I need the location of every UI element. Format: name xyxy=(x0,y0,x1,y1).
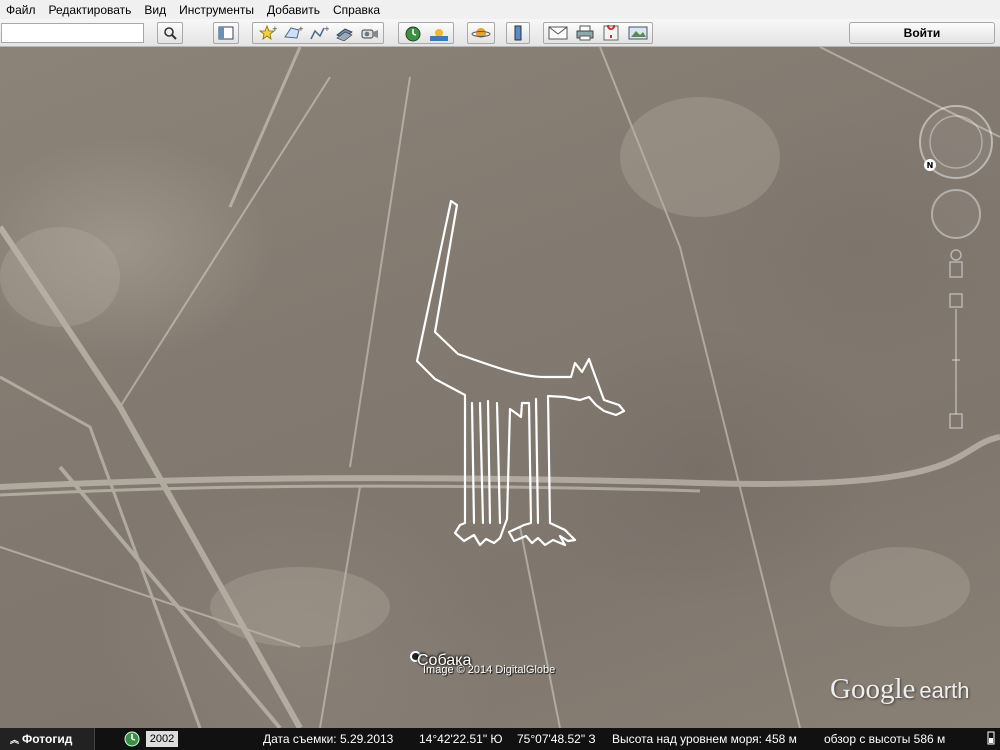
zoom-out-button xyxy=(949,413,963,429)
menu-bar: Файл Редактировать Вид Инструменты Добав… xyxy=(0,0,1000,19)
print-icon[interactable] xyxy=(576,25,594,41)
view-tools-group xyxy=(398,22,454,44)
historical-imagery-icon[interactable] xyxy=(404,25,422,42)
svg-text:+: + xyxy=(272,25,277,33)
tour-guide-label: Фотогид xyxy=(22,732,73,746)
path-icon[interactable]: + xyxy=(309,25,329,41)
menu-file[interactable]: Файл xyxy=(6,3,36,17)
toolbar: + + + Войти xyxy=(0,19,1000,47)
historical-imagery-clock-icon[interactable] xyxy=(124,731,140,747)
search-icon xyxy=(164,27,177,40)
add-tools-group: + + + xyxy=(252,22,384,44)
pan-control[interactable] xyxy=(931,189,981,239)
search-button[interactable] xyxy=(157,22,183,44)
google-earth-logo: Google earth xyxy=(830,673,970,706)
search-input[interactable] xyxy=(1,23,144,43)
planets-icon xyxy=(471,28,491,38)
imagery-year-badge[interactable]: 2002 xyxy=(146,731,178,747)
save-image-icon[interactable] xyxy=(628,25,648,41)
menu-help[interactable]: Справка xyxy=(333,3,380,17)
record-tour-icon[interactable] xyxy=(360,25,380,41)
brand-google: Google xyxy=(830,673,916,705)
brand-earth: earth xyxy=(919,678,970,703)
chevron-up-icon: ︽ xyxy=(10,734,20,745)
menu-edit[interactable]: Редактировать xyxy=(49,3,132,17)
map-view[interactable]: Собака Image © 2014 DigitalGlobe Google e… xyxy=(0,47,1000,728)
north-indicator-icon[interactable]: N xyxy=(924,159,936,171)
share-tools-group xyxy=(543,22,653,44)
satellite-terrain xyxy=(0,47,1000,728)
elevation-readout: Высота над уровнем моря: 458 м xyxy=(612,732,797,746)
svg-text:N: N xyxy=(927,161,934,170)
dog-geoglyph xyxy=(415,199,626,547)
eye-altitude-readout: обзор с высоты 586 м xyxy=(824,732,946,746)
latitude-readout: 14°42'22.51" Ю xyxy=(419,732,503,746)
svg-text:+: + xyxy=(298,25,303,33)
svg-text:+: + xyxy=(324,25,329,33)
navigation-controls: N xyxy=(918,102,998,442)
zoom-slider[interactable] xyxy=(949,293,963,429)
planets-button[interactable] xyxy=(467,22,495,44)
email-icon[interactable] xyxy=(548,26,568,40)
sidebar-icon xyxy=(218,26,234,40)
sunlight-icon[interactable] xyxy=(429,25,449,42)
view-in-maps-icon[interactable] xyxy=(602,25,620,41)
longitude-readout: 75°07'48.52" З xyxy=(517,732,596,746)
ruler-button[interactable] xyxy=(506,22,530,44)
placemark-icon[interactable]: + xyxy=(259,25,277,41)
imagery-credit: Image © 2014 DigitalGlobe xyxy=(423,664,556,676)
imagery-date: Дата съемки: 5.29.2013 xyxy=(263,732,394,746)
login-button[interactable]: Войти xyxy=(849,22,995,44)
polygon-icon[interactable]: + xyxy=(283,25,303,41)
menu-tools[interactable]: Инструменты xyxy=(179,3,254,17)
street-view-pegman-icon[interactable] xyxy=(949,249,963,278)
tour-guide-button[interactable]: ︽ Фотогид xyxy=(0,728,95,750)
sidebar-toggle-button[interactable] xyxy=(213,22,239,44)
status-bar: ︽ Фотогид 2002 Дата съемки: 5.29.2013 14… xyxy=(0,728,1000,750)
zoom-in-button xyxy=(949,293,963,308)
image-overlay-icon[interactable] xyxy=(335,25,355,41)
streaming-indicator xyxy=(987,731,995,748)
menu-add[interactable]: Добавить xyxy=(267,3,320,17)
menu-view[interactable]: Вид xyxy=(144,3,166,17)
ruler-icon xyxy=(514,25,522,41)
